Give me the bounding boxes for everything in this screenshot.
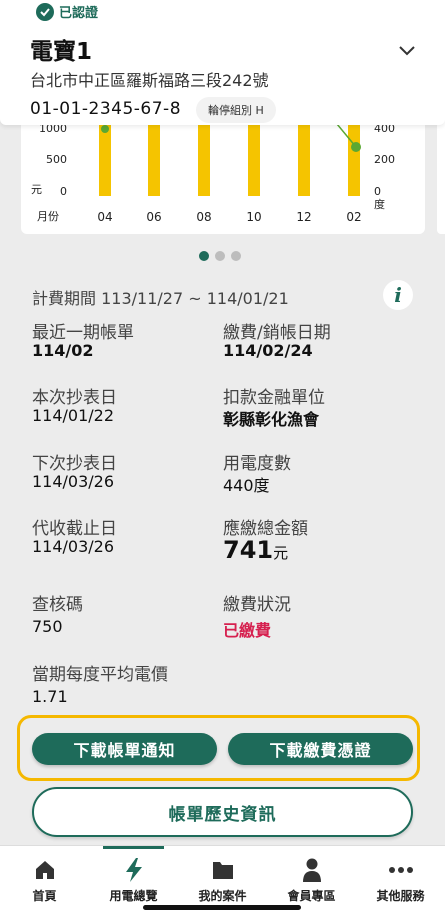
- tab-my-cases[interactable]: 我的案件: [178, 846, 267, 906]
- x-tick-label: 02: [346, 210, 361, 224]
- usage-chart-card[interactable]: 04 06 08 10 12 02 1000 500 0 400 200 0 元 月份 度: [21, 112, 425, 234]
- tab-label: 用電總覽: [109, 889, 158, 903]
- tab-other-services[interactable]: 其他服務: [356, 846, 445, 906]
- tab-label: 其他服務: [376, 889, 425, 903]
- y-axis-unit: 元: [31, 183, 42, 196]
- x-tick-label: 08: [196, 210, 211, 224]
- carousel-dot[interactable]: [199, 251, 209, 261]
- carousel-dot[interactable]: [231, 251, 241, 261]
- folder-icon: [210, 857, 236, 883]
- chevron-down-icon[interactable]: [397, 40, 417, 60]
- trend-point: [101, 125, 109, 133]
- download-bill-button[interactable]: 下載帳單通知: [32, 733, 217, 765]
- tab-label: 會員專區: [287, 889, 336, 903]
- status-label: 繳費狀況: [223, 595, 291, 615]
- tab-member[interactable]: 會員專區: [267, 846, 356, 906]
- payment-status: 已繳費: [223, 621, 272, 640]
- info-icon[interactable]: i: [383, 280, 413, 310]
- home-icon: [32, 857, 58, 883]
- read-date-value: 114/01/22: [32, 406, 115, 425]
- tab-home[interactable]: 首頁: [0, 846, 89, 906]
- outage-group-badge: 輪停組別 H: [196, 97, 276, 123]
- deadline-value: 114/03/26: [32, 537, 115, 556]
- lightning-icon: [121, 857, 147, 883]
- user-icon: [299, 857, 325, 883]
- x-tick-label: 04: [97, 210, 112, 224]
- x-axis-title: 月份: [37, 210, 59, 223]
- usage-label: 用電度數: [223, 454, 291, 474]
- y2-tick-label: 200: [374, 153, 395, 166]
- avg-price-label: 當期每度平均電價: [32, 665, 168, 685]
- bill-history-button[interactable]: 帳單歷史資訊: [32, 787, 413, 837]
- check-code-label: 查核碼: [32, 595, 83, 615]
- trend-point: [351, 142, 361, 152]
- payment-date-label: 繳費/銷帳日期: [223, 323, 331, 343]
- total-amount-unit: 元: [273, 544, 289, 562]
- payment-date-value: 114/02/24: [223, 341, 313, 360]
- home-indicator: [143, 905, 301, 910]
- latest-bill-label: 最近一期帳單: [32, 323, 134, 343]
- x-tick-label: 10: [246, 210, 261, 224]
- account-address: 台北市中正區羅斯福路三段242號: [30, 71, 269, 90]
- usage-chart: 04 06 08 10 12 02 10005000 4002000 元 月份 度: [31, 112, 395, 224]
- total-amount-value: 741: [223, 536, 274, 564]
- more-icon: [388, 857, 414, 883]
- tab-usage-overview[interactable]: 用電總覽: [89, 846, 178, 906]
- tab-label: 首頁: [32, 889, 57, 903]
- avg-price-value: 1.71: [32, 687, 68, 706]
- x-tick-label: 12: [296, 210, 311, 224]
- billing-period: 計費期間 113/11/27 ~ 114/01/21: [32, 289, 289, 308]
- account-header: 已認證 電寶1 台北市中正區羅斯福路三段242號 01-01-2345-67-8…: [0, 0, 445, 125]
- verified-badge: 已認證: [36, 2, 98, 21]
- next-read-label: 下次抄表日: [32, 454, 117, 474]
- y-tick-label: 500: [46, 153, 67, 166]
- tab-label: 我的案件: [198, 889, 247, 903]
- bank-label: 扣款金融單位: [223, 388, 325, 408]
- carousel-dots[interactable]: [199, 251, 241, 261]
- total-amount: 741元: [223, 536, 288, 564]
- next-card-edge: [437, 112, 445, 234]
- next-read-value: 114/03/26: [32, 472, 115, 491]
- carousel-dot[interactable]: [215, 251, 225, 261]
- account-name: 電寶1: [30, 39, 93, 65]
- usage-value: 440度: [223, 476, 270, 495]
- account-number: 01-01-2345-67-8: [30, 99, 182, 119]
- y2-tick-label: 0: [374, 185, 381, 198]
- deadline-label: 代收截止日: [32, 519, 117, 539]
- download-receipt-button[interactable]: 下載繳費憑證: [228, 733, 413, 765]
- y-tick-label: 0: [60, 185, 67, 198]
- check-code-value: 750: [32, 617, 63, 636]
- check-circle-icon: [36, 2, 54, 21]
- x-tick-label: 06: [146, 210, 161, 224]
- read-date-label: 本次抄表日: [32, 388, 117, 408]
- verified-label: 已認證: [59, 6, 99, 21]
- bank-value: 彰縣彰化漁會: [223, 410, 320, 429]
- y2-axis-unit: 度: [374, 197, 385, 211]
- latest-bill-value: 114/02: [32, 341, 94, 360]
